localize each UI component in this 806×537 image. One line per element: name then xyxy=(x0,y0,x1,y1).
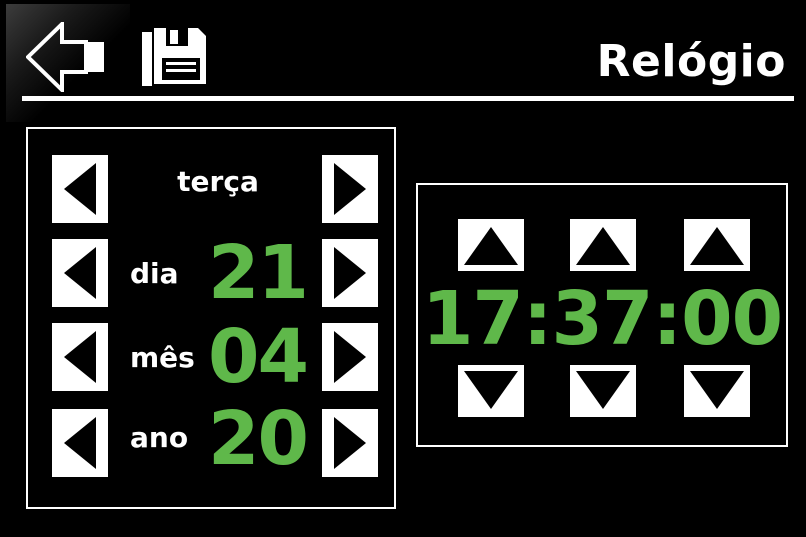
hour-up-button[interactable] xyxy=(458,219,524,271)
date-panel: terça dia 21 mês 04 ano 20 xyxy=(26,127,396,509)
second-down-button[interactable] xyxy=(684,365,750,417)
year-value: 20 xyxy=(208,396,309,482)
triangle-left-icon xyxy=(64,417,96,469)
weekday-prev-button[interactable] xyxy=(52,155,108,223)
page-title: Relógio xyxy=(596,36,786,87)
triangle-left-icon xyxy=(64,331,96,383)
second-up-button[interactable] xyxy=(684,219,750,271)
triangle-left-icon xyxy=(64,247,96,299)
back-arrow-icon xyxy=(26,22,104,92)
triangle-right-icon xyxy=(334,247,366,299)
year-next-button[interactable] xyxy=(322,409,378,477)
year-label: ano xyxy=(130,421,189,454)
day-next-button[interactable] xyxy=(322,239,378,307)
floppy-disk-icon xyxy=(142,28,206,86)
triangle-right-icon xyxy=(334,331,366,383)
day-label: dia xyxy=(130,257,179,290)
triangle-down-icon xyxy=(576,371,630,409)
triangle-down-icon xyxy=(690,371,744,409)
weekday-next-button[interactable] xyxy=(322,155,378,223)
day-prev-button[interactable] xyxy=(52,239,108,307)
triangle-down-icon xyxy=(464,371,518,409)
top-bar: Relógio xyxy=(0,0,806,122)
triangle-up-icon xyxy=(690,227,744,265)
month-next-button[interactable] xyxy=(322,323,378,391)
triangle-up-icon xyxy=(464,227,518,265)
weekday-value: terça xyxy=(177,165,259,198)
month-value: 04 xyxy=(208,314,309,400)
minute-down-button[interactable] xyxy=(570,365,636,417)
triangle-right-icon xyxy=(334,417,366,469)
back-button[interactable] xyxy=(6,4,130,122)
minute-up-button[interactable] xyxy=(570,219,636,271)
time-display: 17:37:00 xyxy=(421,276,783,362)
time-panel: 17:37:00 xyxy=(416,183,788,447)
header-divider xyxy=(22,96,794,101)
hour-down-button[interactable] xyxy=(458,365,524,417)
triangle-left-icon xyxy=(64,163,96,215)
year-prev-button[interactable] xyxy=(52,409,108,477)
month-label: mês xyxy=(130,341,195,374)
triangle-right-icon xyxy=(334,163,366,215)
month-prev-button[interactable] xyxy=(52,323,108,391)
triangle-up-icon xyxy=(576,227,630,265)
day-value: 21 xyxy=(208,230,309,316)
save-button[interactable] xyxy=(140,22,210,88)
